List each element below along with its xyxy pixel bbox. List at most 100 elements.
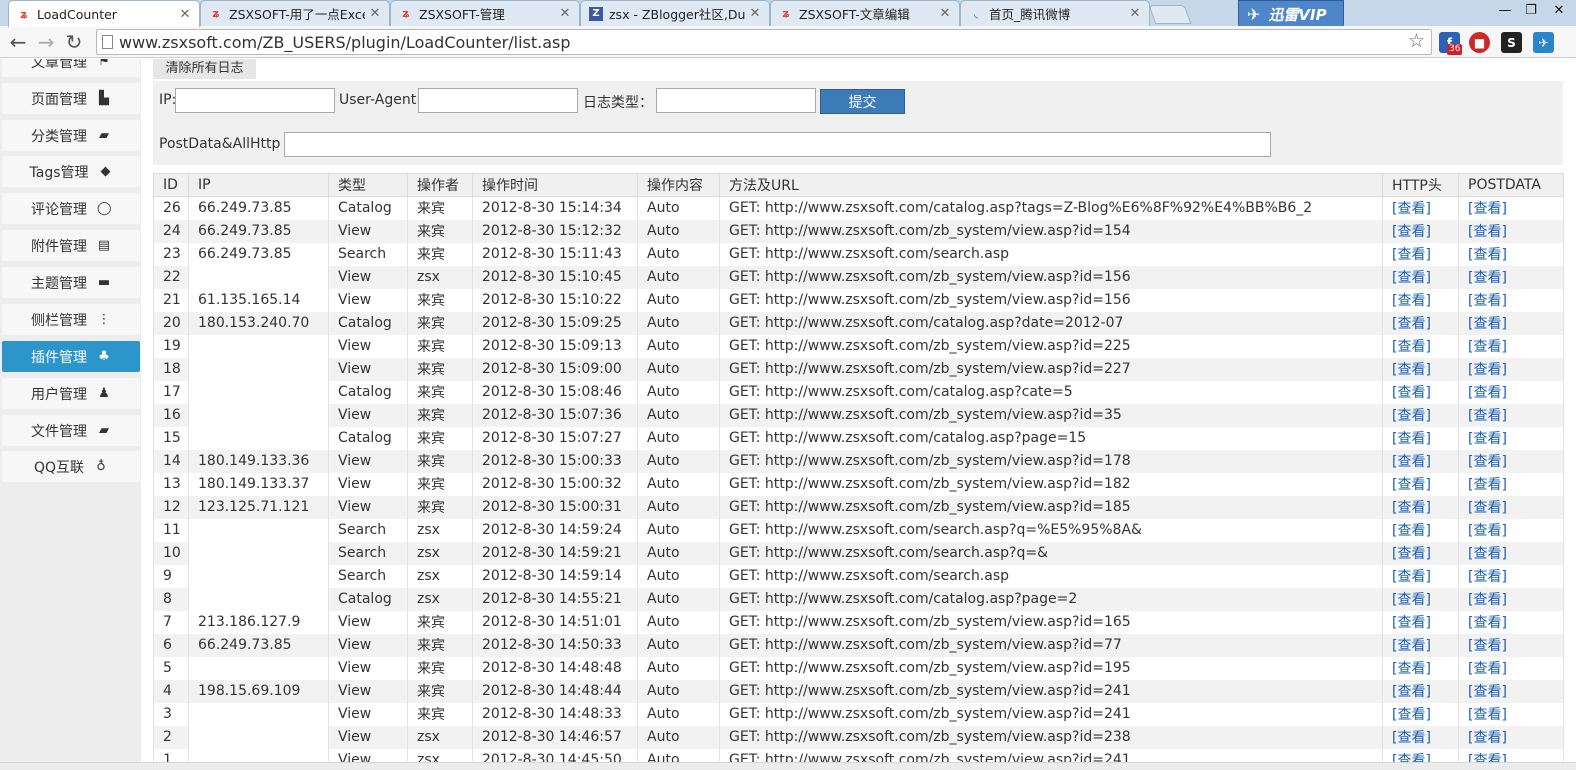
view-http-header-link[interactable]: [查看] [1392,730,1431,746]
cell-type: Catalog [328,587,408,611]
sidebar-item-pages[interactable]: 页面管理 ▙ [2,83,140,114]
ext-bird-icon[interactable]: ✈ [1533,32,1554,53]
maximize-icon[interactable]: ❐ [1518,0,1544,20]
view-postdata-link[interactable]: [查看] [1468,339,1507,355]
view-http-header-link[interactable]: [查看] [1392,638,1431,654]
cell-op: 来宾 [407,610,473,634]
view-http-header-link[interactable]: [查看] [1392,454,1431,470]
view-http-header-link[interactable]: [查看] [1392,247,1431,263]
back-arrow-icon[interactable]: ← [6,30,30,54]
view-postdata-link[interactable]: [查看] [1468,569,1507,585]
view-postdata-link[interactable]: [查看] [1468,224,1507,240]
view-postdata-link[interactable]: [查看] [1468,523,1507,539]
cell-time: 2012-8-30 14:59:24 [472,518,638,542]
view-http-header-link[interactable]: [查看] [1392,431,1431,447]
view-postdata-link[interactable]: [查看] [1468,730,1507,746]
view-http-header-link[interactable]: [查看] [1392,408,1431,424]
view-http-header-link[interactable]: [查看] [1392,362,1431,378]
view-postdata-link[interactable]: [查看] [1468,270,1507,286]
browser-tab-2[interactable]: ʑ ZSXSOFT-用了一点Excel公 ✕ [200,0,390,26]
sidebar-item-tags[interactable]: Tags管理 ◆ [2,156,140,187]
cell-postdata: [查看] [1458,449,1564,473]
sidebar-item-comments[interactable]: 评论管理 ◯ [2,193,140,224]
view-http-header-link[interactable]: [查看] [1392,684,1431,700]
close-icon[interactable]: ✕ [369,6,381,21]
view-postdata-link[interactable]: [查看] [1468,615,1507,631]
user-agent-input[interactable] [418,88,578,113]
sidebar-item-articles[interactable]: 文章管理 ⚑ [2,59,140,77]
view-postdata-link[interactable]: [查看] [1468,385,1507,401]
ext-s-icon[interactable]: S [1501,32,1522,53]
view-postdata-link[interactable]: [查看] [1468,362,1507,378]
view-postdata-link[interactable]: [查看] [1468,592,1507,608]
view-http-header-link[interactable]: [查看] [1392,615,1431,631]
view-postdata-link[interactable]: [查看] [1468,500,1507,516]
view-http-header-link[interactable]: [查看] [1392,270,1431,286]
browser-tab-3[interactable]: ʑ ZSXSOFT-管理 ✕ [390,0,580,26]
view-postdata-link[interactable]: [查看] [1468,408,1507,424]
view-postdata-link[interactable]: [查看] [1468,201,1507,217]
close-icon[interactable]: ✕ [1129,6,1141,21]
sidebar-item-attachments[interactable]: 附件管理 ▤ [2,230,140,261]
view-postdata-link[interactable]: [查看] [1468,546,1507,562]
view-postdata-link[interactable]: [查看] [1468,454,1507,470]
address-bar[interactable]: www.zsxsoft.com/ZB_USERS/plugin/LoadCoun… [96,29,1432,55]
ip-input[interactable] [175,88,335,113]
view-postdata-link[interactable]: [查看] [1468,477,1507,493]
browser-tab-4[interactable]: Z zsx - ZBlogger社区,Duto ✕ [580,0,770,26]
view-http-header-link[interactable]: [查看] [1392,477,1431,493]
view-http-header-link[interactable]: [查看] [1392,661,1431,677]
sidebar-item-themes[interactable]: 主题管理 ▬ [2,267,140,298]
close-icon[interactable]: ✕ [179,7,191,22]
sidebar-item-label: 文章管理 [31,59,87,71]
minimize-icon[interactable]: — [1492,0,1518,20]
view-http-header-link[interactable]: [查看] [1392,201,1431,217]
cell-type: Catalog [328,311,408,335]
forward-arrow-icon[interactable]: → [34,30,58,54]
view-postdata-link[interactable]: [查看] [1468,316,1507,332]
view-postdata-link[interactable]: [查看] [1468,293,1507,309]
view-http-header-link[interactable]: [查看] [1392,339,1431,355]
close-icon[interactable]: ✕ [939,6,951,21]
sidebar-item-plugins[interactable]: 插件管理 ♣ [2,341,140,372]
view-postdata-link[interactable]: [查看] [1468,707,1507,723]
ext-stop-icon[interactable]: ■ [1469,32,1490,53]
view-http-header-link[interactable]: [查看] [1392,592,1431,608]
view-http-header-link[interactable]: [查看] [1392,224,1431,240]
close-icon[interactable]: ✕ [559,6,571,21]
view-http-header-link[interactable]: [查看] [1392,523,1431,539]
window-close-icon[interactable]: ✕ [1546,0,1572,20]
view-postdata-link[interactable]: [查看] [1468,247,1507,263]
xunlei-vip-button[interactable]: ✈ 迅雷VIP [1238,0,1344,28]
sidebar-item-categories[interactable]: 分类管理 ▰ [2,120,140,151]
view-postdata-link[interactable]: [查看] [1468,638,1507,654]
view-http-header-link[interactable]: [查看] [1392,569,1431,585]
sidebar-item-users[interactable]: 用户管理 ♟ [2,378,140,409]
browser-tab-5[interactable]: ʑ ZSXSOFT-文章编辑 ✕ [770,0,960,26]
view-http-header-link[interactable]: [查看] [1392,293,1431,309]
sidebar-item-sidebar[interactable]: 侧栏管理 ⋮ [2,304,140,335]
postdata-input[interactable] [284,132,1271,157]
close-icon[interactable]: ✕ [749,6,761,21]
submit-button[interactable]: 提交 [820,89,905,114]
reload-icon[interactable]: ↻ [62,30,86,54]
sidebar-item-files[interactable]: 文件管理 ▰ [2,415,140,446]
view-http-header-link[interactable]: [查看] [1392,385,1431,401]
cell-postdata: [查看] [1458,702,1564,726]
view-http-header-link[interactable]: [查看] [1392,707,1431,723]
log-type-input[interactable] [656,88,816,113]
view-postdata-link[interactable]: [查看] [1468,684,1507,700]
sidebar-item-qq[interactable]: QQ互联 ♁ [2,451,140,482]
view-postdata-link[interactable]: [查看] [1468,431,1507,447]
bookmark-star-icon[interactable]: ☆ [1408,30,1425,52]
browser-tab-loadcounter[interactable]: ʑ LoadCounter ✕ [8,0,200,27]
browser-tab-6[interactable]: ◟ 首页_腾讯微博 ✕ [960,0,1150,26]
view-http-header-link[interactable]: [查看] [1392,316,1431,332]
clear-logs-button[interactable]: 清除所有日志 [153,59,256,79]
horizontal-scrollbar[interactable] [0,762,1576,770]
view-http-header-link[interactable]: [查看] [1392,500,1431,516]
view-postdata-link[interactable]: [查看] [1468,661,1507,677]
view-http-header-link[interactable]: [查看] [1392,546,1431,562]
cell-url: GET: http://www.zsxsoft.com/zb_system/vi… [719,702,1383,726]
new-tab-button[interactable] [1148,5,1192,24]
